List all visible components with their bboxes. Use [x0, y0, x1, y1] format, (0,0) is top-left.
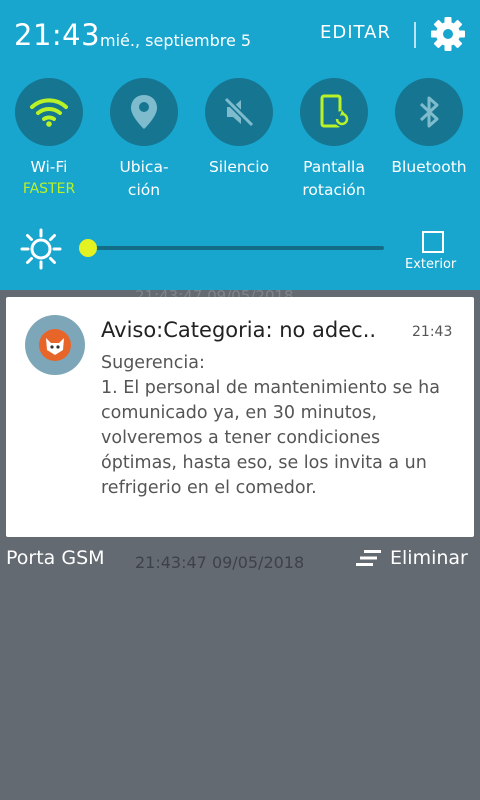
outdoor-label: Exterior	[405, 257, 457, 272]
tile-rotation[interactable]: Pantalla rotación	[290, 78, 378, 202]
notification-body: Sugerencia: 1. El personal de mantenimie…	[101, 353, 440, 498]
wifi-icon	[30, 98, 68, 127]
tile-silent-label: Silencio	[208, 158, 270, 176]
tile-location[interactable]: Ubica- ción	[100, 78, 188, 202]
carrier-label: Porta GSM	[6, 547, 105, 569]
tile-bluetooth-label: Bluetooth	[391, 158, 467, 176]
edit-button[interactable]: EDITAR	[320, 22, 391, 43]
brightness-slider-thumb[interactable]	[79, 239, 97, 257]
quick-settings-panel: 21:43 mié., septiembre 5 EDITAR Wi-Fi FA…	[0, 0, 480, 290]
tile-rotation-circle	[300, 78, 368, 146]
notification-title: Aviso:Categoria: no adec..	[101, 318, 377, 342]
notification-card[interactable]: Aviso:Categoria: no adec.. 21:43 Sugeren…	[6, 297, 474, 537]
footer-timestamp: 21:43:47 09/05/2018	[135, 553, 305, 572]
rotation-icon	[320, 94, 350, 128]
tile-silent[interactable]: Silencio	[195, 78, 283, 179]
location-icon	[131, 95, 157, 129]
status-time: 21:43	[14, 18, 101, 52]
tile-location-label: Ubica- ción	[119, 158, 169, 199]
header-divider	[414, 22, 416, 48]
fox-app-icon	[39, 329, 71, 361]
tile-wifi-label: Wi-Fi	[30, 158, 68, 176]
brightness-slider[interactable]	[86, 246, 384, 250]
tile-rotation-label: Pantalla rotación	[302, 158, 366, 199]
clear-all-icon	[356, 550, 381, 566]
clear-all-label: Eliminar	[390, 547, 468, 569]
tile-location-circle	[110, 78, 178, 146]
tile-wifi[interactable]: Wi-Fi FASTER	[5, 78, 93, 199]
tile-bluetooth[interactable]: Bluetooth	[385, 78, 473, 179]
clear-all-button[interactable]: Eliminar	[356, 547, 468, 569]
bluetooth-icon	[419, 96, 439, 128]
tile-silent-circle	[205, 78, 273, 146]
tile-bluetooth-circle	[395, 78, 463, 146]
status-date: mié., septiembre 5	[100, 31, 252, 50]
notification-time: 21:43	[412, 324, 453, 340]
gear-icon[interactable]	[428, 14, 468, 54]
app-icon	[25, 315, 85, 375]
outdoor-checkbox[interactable]	[422, 231, 444, 253]
brightness-icon	[20, 228, 62, 270]
tile-wifi-circle	[15, 78, 83, 146]
mute-icon	[223, 96, 255, 128]
tile-wifi-network: FASTER	[22, 181, 76, 197]
